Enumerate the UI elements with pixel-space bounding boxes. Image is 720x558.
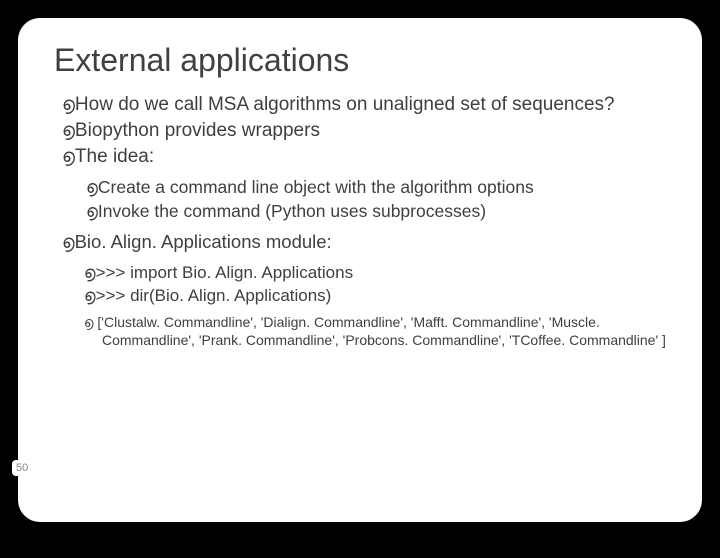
bullet-icon: ൭ <box>84 314 94 330</box>
bullet-text: Biopython provides wrappers <box>75 120 320 141</box>
bullet-text: Invoke the command (Python uses subproce… <box>98 201 486 221</box>
bullet-text: >>> import Bio. Align. Applications <box>96 263 354 282</box>
bullet-item: ൭Bio. Align. Applications module: <box>62 230 666 254</box>
page-number: 50 <box>12 460 32 476</box>
slide-title: External applications <box>54 42 666 79</box>
bullet-icon: ൭ <box>84 263 96 282</box>
bullet-text: >>> dir(Bio. Align. Applications) <box>96 286 332 305</box>
bullet-item: ൭ ['Clustalw. Commandline', 'Dialign. Co… <box>84 313 666 349</box>
bullet-text: Create a command line object with the al… <box>98 177 534 197</box>
bullet-text: The idea: <box>75 146 154 167</box>
slide: External applications ൭How do we call MS… <box>18 18 702 522</box>
bullet-icon: ൭ <box>86 201 98 221</box>
bullet-item: ൭Biopython provides wrappers <box>62 119 666 143</box>
bullet-text: How do we call MSA algorithms on unalign… <box>75 94 615 115</box>
bullet-icon: ൭ <box>84 286 96 305</box>
bullet-text: Bio. Align. Applications module: <box>75 231 332 252</box>
bullet-icon: ൭ <box>62 146 75 167</box>
bullet-icon: ൭ <box>62 94 75 115</box>
bullet-item: ൭Create a command line object with the a… <box>86 176 666 199</box>
bullet-item: ൭How do we call MSA algorithms on unalig… <box>62 93 666 117</box>
bullet-icon: ൭ <box>62 231 75 252</box>
bullet-item: ൭The idea: <box>62 145 666 169</box>
bullet-item: ൭>>> dir(Bio. Align. Applications) <box>84 285 666 307</box>
bullet-text: ['Clustalw. Commandline', 'Dialign. Comm… <box>94 314 666 348</box>
bullet-item: ൭>>> import Bio. Align. Applications <box>84 262 666 284</box>
bullet-icon: ൭ <box>62 120 75 141</box>
bullet-icon: ൭ <box>86 177 98 197</box>
bullet-item: ൭Invoke the command (Python uses subproc… <box>86 200 666 223</box>
